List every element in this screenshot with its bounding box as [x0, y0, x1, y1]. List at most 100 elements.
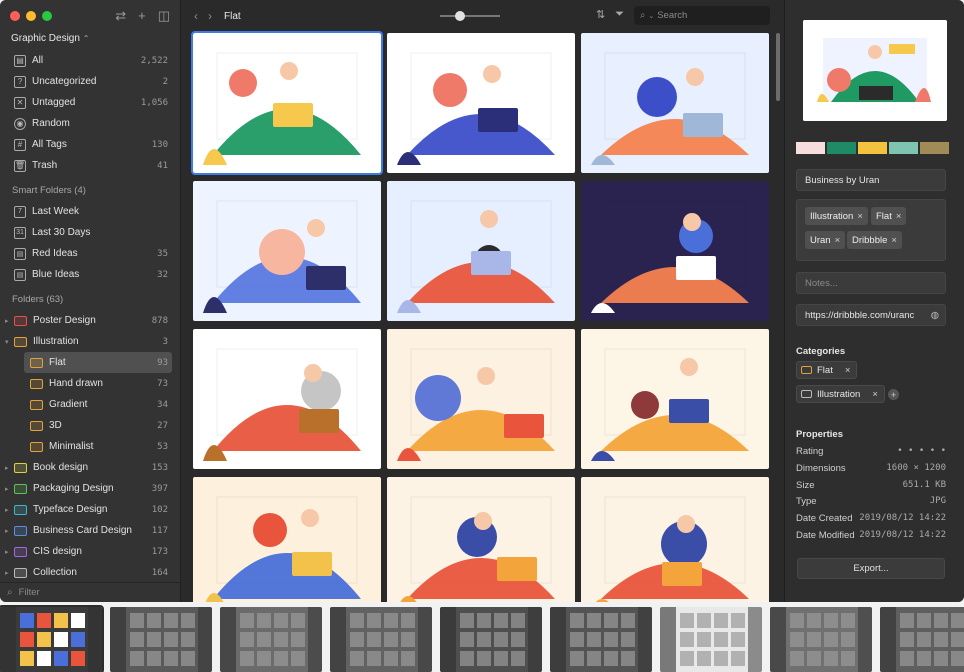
category-chip[interactable]: Illustration ×: [796, 385, 885, 403]
sidebar-item-trash[interactable]: 🗑 Trash 41: [0, 155, 180, 176]
image-thumbnail[interactable]: [581, 477, 769, 602]
remove-tag-icon[interactable]: ×: [896, 211, 902, 222]
remove-category-icon[interactable]: ×: [845, 365, 851, 376]
library-switcher[interactable]: Graphic Design ⌃: [11, 33, 89, 44]
palette-swatch[interactable]: [827, 142, 856, 154]
folder-item[interactable]: ▸ Poster Design 878: [0, 310, 180, 331]
tag-chip[interactable]: Flat ×: [871, 207, 907, 225]
smart-folder-item[interactable]: 31 Last 30 Days: [0, 222, 180, 243]
image-thumbnail[interactable]: [581, 33, 769, 173]
remove-category-icon[interactable]: ×: [872, 389, 878, 400]
screenshot-thumbnail[interactable]: [0, 605, 104, 672]
search-input[interactable]: Search: [657, 10, 687, 21]
chevron-right-icon[interactable]: ▸: [5, 464, 9, 472]
close-window-button[interactable]: [10, 11, 20, 21]
chevron-down-icon[interactable]: ▾: [5, 338, 9, 346]
image-thumbnail[interactable]: [581, 181, 769, 321]
folder-item[interactable]: Flat 93: [24, 352, 172, 373]
zoom-slider[interactable]: [440, 11, 500, 21]
folder-item[interactable]: Hand drawn 73: [0, 373, 180, 394]
folder-item[interactable]: ▸ CIS design 173: [0, 541, 180, 562]
screenshot-thumbnail[interactable]: [330, 607, 432, 672]
palette-swatch[interactable]: [920, 142, 949, 154]
folder-icon: [801, 390, 812, 398]
sidebar-item-all-tags[interactable]: # All Tags 130: [0, 134, 180, 155]
chevron-right-icon[interactable]: ▸: [5, 317, 9, 325]
minimize-window-button[interactable]: [26, 11, 36, 21]
sidebar-item-untagged[interactable]: ✕ Untagged 1,056: [0, 92, 180, 113]
sidebar-item-all[interactable]: ▤ All 2,522: [0, 50, 180, 71]
filter-input[interactable]: Filter: [19, 587, 40, 598]
screenshot-thumbnail[interactable]: [550, 607, 652, 672]
screenshot-thumbnail[interactable]: [660, 607, 762, 672]
add-category-icon[interactable]: +: [888, 389, 899, 400]
filter-bar[interactable]: ⌕ Filter: [0, 582, 180, 602]
remove-tag-icon[interactable]: ×: [891, 235, 897, 246]
folder-count: 53: [157, 441, 168, 452]
property-key: Date Created: [796, 513, 853, 525]
swap-icon[interactable]: ⇄: [115, 8, 126, 24]
grid-scrollbar[interactable]: [776, 33, 780, 101]
remove-tag-icon[interactable]: ×: [857, 211, 863, 222]
sidebar-item-count: 2,522: [140, 55, 168, 66]
tag-chip[interactable]: Uran ×: [805, 231, 846, 249]
sort-icon[interactable]: ⇅: [596, 8, 605, 21]
screenshot-thumbnail[interactable]: [440, 607, 542, 672]
tag-chip[interactable]: Illustration ×: [805, 207, 868, 225]
name-field[interactable]: Business by Uran: [796, 169, 946, 191]
tags-box[interactable]: Illustration × Flat × Uran × Dribbble ×: [796, 199, 946, 261]
folder-label: 3D: [49, 420, 62, 431]
category-chip[interactable]: Flat ×: [796, 361, 858, 379]
image-thumbnail[interactable]: [387, 477, 575, 602]
sidebar-item-random[interactable]: ◉ Random: [0, 113, 180, 134]
image-thumbnail[interactable]: [193, 181, 381, 321]
folder-item[interactable]: Gradient 34: [0, 394, 180, 415]
url-field[interactable]: https://dribbble.com/uranc ◍: [796, 304, 946, 326]
back-button[interactable]: ‹: [194, 9, 198, 23]
smart-folder-item[interactable]: ▤ Blue Ideas 32: [0, 264, 180, 285]
folder-item[interactable]: ▸ Packaging Design 397: [0, 478, 180, 499]
image-thumbnail[interactable]: [387, 181, 575, 321]
remove-tag-icon[interactable]: ×: [835, 235, 841, 246]
zoom-window-button[interactable]: [42, 11, 52, 21]
screenshot-thumbnail[interactable]: [110, 607, 212, 672]
palette-swatch[interactable]: [796, 142, 825, 154]
globe-icon[interactable]: ◍: [931, 310, 939, 321]
folder-item[interactable]: ▸ Book design 153: [0, 457, 180, 478]
export-button[interactable]: Export...: [797, 558, 945, 579]
image-thumbnail[interactable]: [191, 31, 383, 175]
image-thumbnail[interactable]: [387, 33, 575, 173]
image-thumbnail[interactable]: [193, 477, 381, 602]
folder-item[interactable]: Minimalist 53: [0, 436, 180, 457]
palette-swatch[interactable]: [889, 142, 918, 154]
smart-folder-item[interactable]: ▤ Red Ideas 35: [0, 243, 180, 264]
image-thumbnail[interactable]: [193, 329, 381, 469]
filter-icon[interactable]: ⏷: [615, 8, 624, 21]
folder-item[interactable]: ▸ Collection 164: [0, 562, 180, 583]
forward-button[interactable]: ›: [208, 9, 212, 23]
screenshot-thumbnail[interactable]: [880, 607, 964, 672]
sidebar-item-uncategorized[interactable]: ? Uncategorized 2: [0, 71, 180, 92]
image-thumbnail[interactable]: [387, 329, 575, 469]
chevron-right-icon[interactable]: ▸: [5, 506, 9, 514]
tag-chip[interactable]: Dribbble ×: [847, 231, 902, 249]
folder-item[interactable]: 3D 27: [0, 415, 180, 436]
image-thumbnail[interactable]: [581, 329, 769, 469]
folder-item[interactable]: ▸ Business Card Design 117: [0, 520, 180, 541]
smart-folder-item[interactable]: 7 Last Week: [0, 201, 180, 222]
rating-control[interactable]: • • • • •: [897, 446, 946, 457]
chevron-right-icon[interactable]: ▸: [5, 485, 9, 493]
add-icon[interactable]: +: [138, 8, 146, 24]
palette-swatch[interactable]: [858, 142, 887, 154]
zoom-slider-knob[interactable]: [455, 11, 465, 21]
folder-item[interactable]: ▸ Typeface Design 102: [0, 499, 180, 520]
chevron-right-icon[interactable]: ▸: [5, 527, 9, 535]
screenshot-thumbnail[interactable]: [770, 607, 872, 672]
sidebar-toggle-icon[interactable]: ◫: [158, 8, 170, 24]
folder-item[interactable]: ▾ Illustration 3: [0, 331, 180, 352]
screenshot-thumbnail[interactable]: [220, 607, 322, 672]
chevron-right-icon[interactable]: ▸: [5, 548, 9, 556]
chevron-right-icon[interactable]: ▸: [5, 569, 9, 577]
notes-field[interactable]: Notes...: [796, 272, 946, 294]
search-field[interactable]: ⌕ ⌄ Search: [634, 6, 770, 25]
